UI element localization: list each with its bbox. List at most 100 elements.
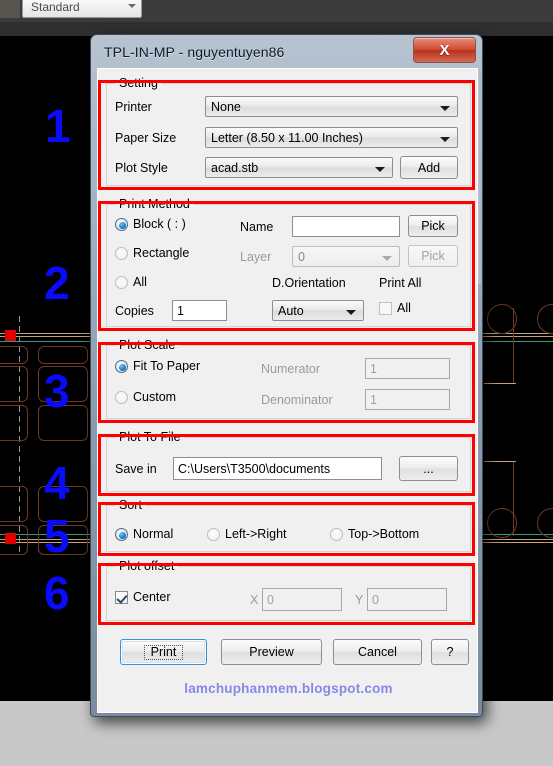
save-in-input[interactable]: C:\Users\T3500\documents	[173, 457, 382, 480]
numerator-input[interactable]: 1	[365, 358, 450, 379]
center-checkbox[interactable]: Center	[115, 590, 171, 604]
radio-rectangle[interactable]: Rectangle	[115, 246, 189, 260]
chevron-down-icon	[440, 137, 450, 142]
plot-scale-legend: Plot Scale	[115, 338, 180, 352]
layer-label: Layer	[240, 250, 272, 264]
denominator-label: Denominator	[261, 393, 333, 407]
paper-size-combo[interactable]: Letter (8.50 x 11.00 Inches)	[205, 127, 458, 148]
chevron-down-icon	[346, 310, 356, 315]
name-label: Name	[240, 220, 274, 234]
text-style-combo-value: Standard	[31, 0, 80, 14]
radio-fit-to-paper-label: Fit To Paper	[133, 359, 201, 373]
offset-y-value: 0	[372, 592, 379, 607]
offset-x-value: 0	[267, 592, 274, 607]
save-in-value: C:\Users\T3500\documents	[178, 461, 331, 476]
text-style-combo[interactable]: Standard	[22, 0, 142, 18]
printer-combo[interactable]: None	[205, 96, 458, 117]
radio-dot-icon	[330, 527, 343, 541]
dialog-title: TPL-IN-MP - nguyentuyen86	[104, 43, 285, 60]
radio-dot-icon	[115, 359, 128, 373]
radio-sort-left-right[interactable]: Left->Right	[207, 527, 287, 541]
offset-y-label: Y	[355, 593, 364, 607]
add-plot-style-button[interactable]: Add	[400, 156, 458, 179]
radio-dot-icon	[115, 217, 128, 231]
paper-size-label: Paper Size	[115, 131, 177, 145]
radio-custom-label: Custom	[133, 390, 177, 404]
print-button[interactable]: Print	[120, 639, 207, 665]
setting-group: Setting Printer None Paper Size Letter (…	[106, 76, 471, 186]
radio-dot-icon	[115, 527, 128, 541]
button-separator	[106, 624, 471, 625]
paper-size-combo-value: Letter (8.50 x 11.00 Inches)	[211, 130, 363, 145]
annotation-number-6: 6	[44, 567, 70, 619]
name-pick-label: Pick	[421, 219, 445, 233]
plot-to-file-legend: Plot To File	[115, 430, 185, 444]
center-checkbox-label: Center	[133, 590, 171, 604]
copies-input[interactable]: 1	[172, 300, 227, 321]
checkbox-icon	[115, 590, 128, 604]
radio-sort-top-bottom[interactable]: Top->Bottom	[330, 527, 419, 541]
dialog-title-bar[interactable]: TPL-IN-MP - nguyentuyen86 X	[91, 35, 482, 68]
block-name-input[interactable]	[292, 216, 400, 237]
d-orientation-label: D.Orientation	[272, 276, 346, 290]
d-orientation-value: Auto	[278, 303, 304, 318]
preview-button[interactable]: Preview	[221, 639, 322, 665]
chevron-down-icon	[382, 256, 392, 261]
print-all-checkbox[interactable]: All	[379, 301, 411, 315]
plot-offset-group: Plot offset Center X 0 Y 0	[106, 559, 471, 621]
radio-all-label: All	[133, 275, 147, 289]
radio-sort-top-bottom-label: Top->Bottom	[348, 527, 420, 541]
checkbox-icon	[379, 301, 392, 315]
chevron-down-icon	[440, 106, 450, 111]
plot-style-combo[interactable]: acad.stb	[205, 157, 393, 178]
numerator-value: 1	[370, 361, 377, 376]
annotation-number-3: 3	[44, 365, 70, 417]
printer-combo-value: None	[211, 99, 241, 114]
radio-dot-icon	[115, 390, 128, 404]
radio-block[interactable]: Block ( : )	[115, 217, 186, 231]
app-toolbar: Standard	[0, 0, 553, 22]
cancel-button-label: Cancel	[358, 645, 397, 659]
name-pick-button[interactable]: Pick	[408, 215, 458, 237]
radio-custom[interactable]: Custom	[115, 390, 176, 404]
radio-sort-normal[interactable]: Normal	[115, 527, 173, 541]
annotation-number-2: 2	[44, 257, 70, 309]
radio-rectangle-label: Rectangle	[133, 246, 190, 260]
radio-dot-icon	[115, 246, 128, 260]
watermark-text: lamchuphanmem.blogspot.com	[184, 681, 393, 696]
cancel-button[interactable]: Cancel	[333, 639, 422, 665]
plot-offset-legend: Plot offset	[115, 559, 179, 573]
radio-fit-to-paper[interactable]: Fit To Paper	[115, 359, 200, 373]
plot-scale-group: Plot Scale Fit To Paper Custom Numerator…	[106, 338, 471, 419]
print-method-legend: Print Method	[115, 197, 194, 211]
denominator-value: 1	[370, 392, 377, 407]
plot-style-label: Plot Style	[115, 161, 168, 175]
offset-x-input[interactable]: 0	[262, 588, 342, 611]
copies-label: Copies	[115, 304, 154, 318]
radio-block-label: Block ( : )	[133, 217, 186, 231]
d-orientation-combo[interactable]: Auto	[272, 300, 364, 321]
help-button[interactable]: ?	[431, 639, 469, 665]
plot-dialog-window: TPL-IN-MP - nguyentuyen86 X Setting Prin…	[90, 34, 483, 717]
printer-label: Printer	[115, 100, 152, 114]
denominator-input[interactable]: 1	[365, 389, 450, 410]
radio-dot-icon	[115, 275, 128, 289]
annotation-number-5: 5	[44, 510, 70, 562]
layer-combo[interactable]: 0	[292, 246, 400, 267]
layer-pick-button[interactable]: Pick	[408, 245, 458, 267]
annotation-number-4: 4	[44, 457, 70, 509]
sort-group: Sort Normal Left->Right Top->Bottom	[106, 498, 471, 552]
print-method-group: Print Method Block ( : ) Rectangle All N…	[106, 197, 471, 327]
close-icon[interactable]: X	[413, 37, 476, 63]
dialog-client-area: Setting Printer None Paper Size Letter (…	[97, 68, 478, 713]
chevron-down-icon	[128, 4, 136, 8]
chevron-down-icon	[375, 167, 385, 172]
radio-sort-left-right-label: Left->Right	[225, 527, 287, 541]
radio-all[interactable]: All	[115, 275, 147, 289]
copies-value: 1	[177, 303, 184, 318]
numerator-label: Numerator	[261, 362, 321, 376]
browse-folder-button[interactable]: ...	[399, 456, 458, 481]
save-in-label: Save in	[115, 462, 157, 476]
offset-y-input[interactable]: 0	[367, 588, 447, 611]
help-button-label: ?	[446, 645, 454, 659]
